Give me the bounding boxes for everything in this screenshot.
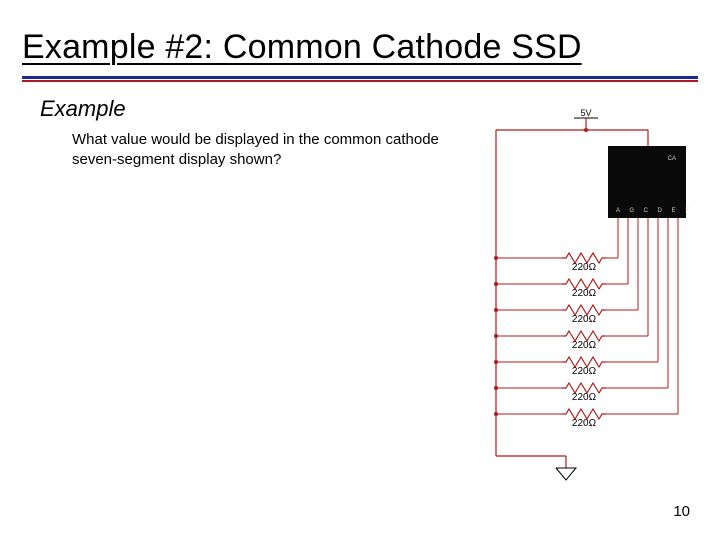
resistor-7-label: 220Ω [572,418,597,429]
resistor-row-2: 220Ω [494,279,628,299]
resistor-6-label: 220Ω [572,392,597,403]
title-underline-red [22,80,698,82]
supply-5v-label: 5V [580,108,591,118]
ssd-ca-label: CA [668,156,676,162]
resistor-row-6: 220Ω [494,383,668,403]
resistor-row-5: 220Ω [494,357,658,377]
resistor-5-label: 220Ω [572,366,597,377]
circuit-diagram: 5V CA A G C D E F G [478,108,692,488]
resistor-row-3: 220Ω [494,305,638,325]
section-subhead: Example [40,96,126,122]
chip-pin-leads [618,218,678,414]
slide: Example #2: Common Cathode SSD Example W… [0,0,720,540]
resistor-row-4: 220Ω [494,331,648,351]
ground-icon [556,468,576,480]
ssd-pin-labels: A G C D E F G [616,208,692,214]
circuit-svg: 5V CA A G C D E F G [478,108,692,488]
resistor-3-label: 220Ω [572,314,597,325]
resistor-2-label: 220Ω [572,288,597,299]
resistor-row-1: 220Ω [494,253,618,273]
title-underline-blue [22,76,698,79]
resistor-row-7: 220Ω [494,409,678,429]
resistor-4-label: 220Ω [572,340,597,351]
page-number: 10 [673,503,690,520]
resistor-1-label: 220Ω [572,262,597,273]
slide-title: Example #2: Common Cathode SSD [22,28,582,67]
question-text: What value would be displayed in the com… [72,130,452,169]
